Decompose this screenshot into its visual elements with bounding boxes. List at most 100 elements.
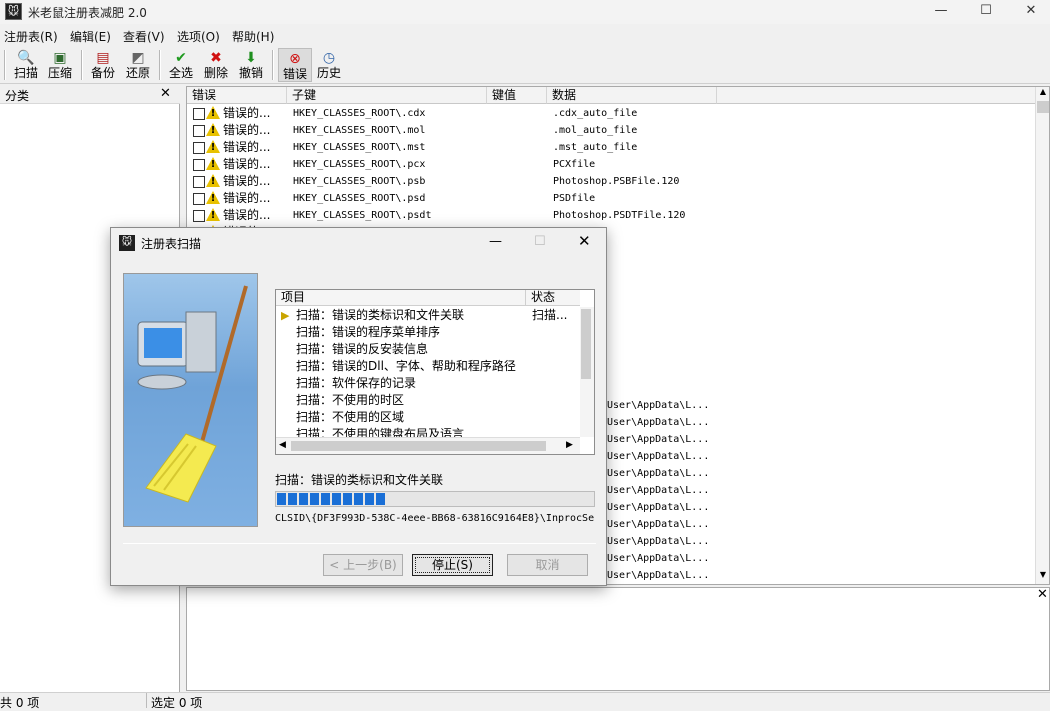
toolbar-separator <box>4 50 6 80</box>
maximize-button[interactable]: ☐ <box>962 0 1010 24</box>
delete-x-icon: ✖ <box>210 50 222 66</box>
row-data: User\AppData\L... <box>607 417 710 428</box>
row-data: User\AppData\L... <box>607 485 710 496</box>
scan-list-item[interactable]: 扫描：错误的反安装信息 <box>276 341 580 358</box>
table-row[interactable]: ! 错误的... HKEY_CLASSES_ROOT\.cdx .cdx_auto_f… <box>187 105 1035 122</box>
dialog-close-button[interactable]: ✕ <box>578 232 591 250</box>
scan-list-item[interactable]: 扫描：不使用的时区 <box>276 392 580 409</box>
status-bar: 共 0 项 选定 0 项 <box>0 692 1050 710</box>
column-header-value[interactable]: 键值 <box>487 87 547 104</box>
scan-list-item[interactable]: 扫描：不使用的键盘布局及语言 <box>276 426 580 437</box>
warning-mark: ! <box>210 125 216 136</box>
menu-help[interactable]: 帮助(H) <box>232 28 274 45</box>
menu-edit[interactable]: 编辑(E) <box>70 28 111 45</box>
scan-list-item[interactable]: ▶ 扫描：错误的类标识和文件关联 扫描... <box>276 307 580 324</box>
scroll-right-icon[interactable]: ▶ <box>566 440 573 450</box>
select-all-button[interactable]: ✔ 全选 <box>164 48 198 82</box>
scan-list-item[interactable]: 扫描：错误的Dll、字体、帮助和程序路径 <box>276 358 580 375</box>
row-data: .cdx_auto_file <box>553 108 638 119</box>
close-category-pane-button[interactable]: ✕ <box>160 86 171 101</box>
dialog-minimize-button[interactable]: — <box>489 234 502 249</box>
table-row[interactable]: ! 错误的... HKEY_CLASSES_ROOT\.mst .mst_auto_f… <box>187 139 1035 156</box>
row-error: 错误的... <box>223 123 271 137</box>
row-checkbox[interactable] <box>193 210 205 222</box>
history-button[interactable]: ◷ 历史 <box>312 48 346 82</box>
stop-button[interactable]: 停止(S) <box>412 554 493 576</box>
row-value <box>493 139 545 156</box>
row-checkbox[interactable] <box>193 176 205 188</box>
column-header-data[interactable]: 数据 <box>547 87 717 104</box>
scan-list-item[interactable]: 扫描：软件保存的记录 <box>276 375 580 392</box>
delete-label: 删除 <box>203 66 228 80</box>
table-row[interactable]: ! 错误的... HKEY_CLASSES_ROOT\.pcx PCXfile <box>187 156 1035 173</box>
table-row[interactable]: ! 错误的... HKEY_CLASSES_ROOT\.mol .mol_auto_f… <box>187 122 1035 139</box>
minimize-button[interactable]: — <box>917 0 965 24</box>
list-header-item[interactable]: 项目 <box>276 290 526 306</box>
row-value <box>493 173 545 190</box>
row-value <box>493 122 545 139</box>
scan-items-list: 项目 状态 ▶ 扫描：错误的类标识和文件关联 扫描... 扫描：错误的程序菜单排序扫描… <box>275 289 595 455</box>
scan-label: 扫描 <box>13 66 38 80</box>
undo-button[interactable]: ⬇ 撤销 <box>234 48 268 82</box>
title-bar: 🐭 米老鼠注册表减肥 2.0 — ☐ ✕ <box>0 0 1050 24</box>
dialog-divider <box>123 543 596 544</box>
list-header-status[interactable]: 状态 <box>526 290 580 306</box>
magnifier-icon: 🔍 <box>17 50 35 66</box>
restore-button[interactable]: ◩ 还原 <box>121 48 155 82</box>
warning-mark: ! <box>210 210 216 221</box>
mouse-app-icon: 🐭 <box>119 235 135 251</box>
row-data: Photoshop.PSBFile.120 <box>553 176 680 187</box>
row-data: PCXfile <box>553 159 596 170</box>
row-value <box>493 156 545 173</box>
list-horizontal-scrollbar[interactable]: ◀ ▶ <box>276 437 580 454</box>
menu-registry[interactable]: 注册表(R) <box>4 28 58 45</box>
table-row[interactable]: ! 错误的... HKEY_CLASSES_ROOT\.psd PSDfile <box>187 190 1035 207</box>
back-button: < 上一步(B) <box>323 554 403 576</box>
row-checkbox[interactable] <box>193 193 205 205</box>
row-checkbox[interactable] <box>193 108 205 120</box>
close-button[interactable]: ✕ <box>1007 0 1050 24</box>
list-hscroll-thumb[interactable] <box>291 441 546 451</box>
close-detail-pane-button[interactable]: ✕ <box>1037 587 1048 602</box>
list-vertical-scrollbar[interactable] <box>580 307 594 437</box>
column-header-subkey[interactable]: 子键 <box>287 87 487 104</box>
errors-button[interactable]: ⊗ 错误 <box>278 48 312 82</box>
row-data: User\AppData\L... <box>607 434 710 445</box>
scan-list-item[interactable]: 扫描：错误的程序菜单排序 <box>276 324 580 341</box>
table-row[interactable]: ! 错误的... HKEY_CLASSES_ROOT\.psb Photoshop.P… <box>187 173 1035 190</box>
scan-button[interactable]: 🔍 扫描 <box>9 48 43 82</box>
backup-button[interactable]: ▤ 备份 <box>86 48 120 82</box>
check-icon: ✔ <box>175 50 187 66</box>
row-checkbox[interactable] <box>193 142 205 154</box>
scroll-down-icon[interactable]: ▼ <box>1037 570 1049 582</box>
scan-list-item[interactable]: 扫描：不使用的区域 <box>276 409 580 426</box>
scan-illustration <box>123 273 258 527</box>
menu-options[interactable]: 选项(O) <box>177 28 220 45</box>
scan-progress-fill <box>277 493 395 505</box>
progress-segment <box>332 493 341 505</box>
menu-view[interactable]: 查看(V) <box>123 28 165 45</box>
list-scroll-thumb[interactable] <box>581 309 591 379</box>
table-vertical-scrollbar[interactable]: ▲ ▼ <box>1035 87 1049 584</box>
undo-label: 撤销 <box>238 66 263 80</box>
row-checkbox[interactable] <box>193 159 205 171</box>
scroll-thumb[interactable] <box>1037 101 1049 113</box>
select-all-label: 全选 <box>168 66 193 80</box>
warning-mark: ! <box>210 159 216 170</box>
table-row[interactable]: ! 错误的... HKEY_CLASSES_ROOT\.psdt Photoshop.… <box>187 207 1035 224</box>
warning-mark: ! <box>210 142 216 153</box>
scroll-left-icon[interactable]: ◀ <box>279 440 286 450</box>
scan-item-text: 扫描：错误的程序菜单排序 <box>296 325 441 339</box>
row-data: Photoshop.PSDTFile.120 <box>553 210 686 221</box>
row-data: .mol_auto_file <box>553 125 638 136</box>
compress-button[interactable]: ▣ 压缩 <box>43 48 77 82</box>
current-scan-label: 扫描：错误的类标识和文件关联 <box>275 473 444 487</box>
category-pane-header: 分类 ✕ <box>0 86 180 104</box>
menu-bar: 注册表(R) 编辑(E) 查看(V) 选项(O) 帮助(H) <box>0 24 1050 46</box>
row-checkbox[interactable] <box>193 125 205 137</box>
column-header-error[interactable]: 错误 <box>187 87 287 104</box>
row-error: 错误的... <box>223 157 271 171</box>
scroll-up-icon[interactable]: ▲ <box>1037 87 1049 99</box>
delete-button[interactable]: ✖ 删除 <box>199 48 233 82</box>
row-subkey: HKEY_CLASSES_ROOT\.pcx <box>293 159 426 170</box>
